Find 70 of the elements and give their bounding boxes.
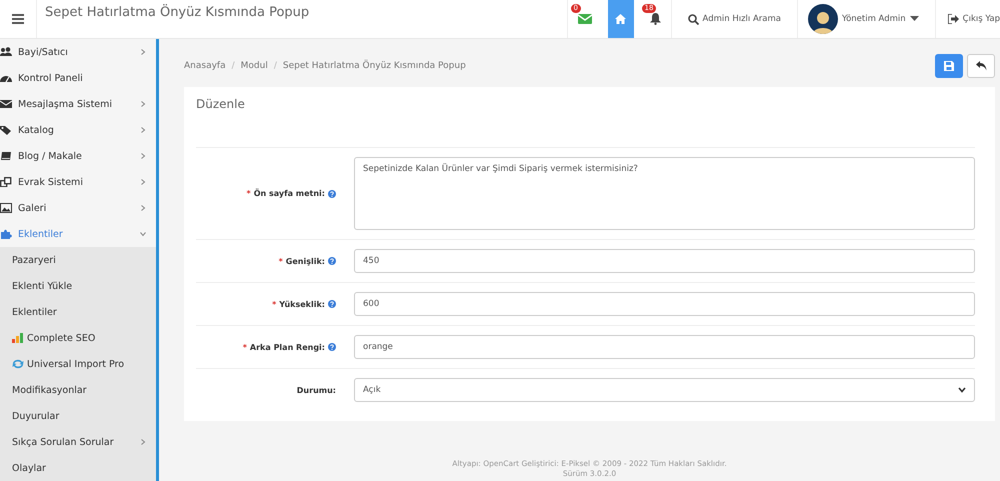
submenu-item[interactable]: Universal Import Pro (0, 351, 156, 377)
required-mark: * (242, 342, 247, 352)
sidebar-item[interactable]: Mesajlaşma Sistemi (0, 91, 156, 117)
input-field[interactable]: orange (354, 335, 975, 359)
help-icon (328, 300, 336, 308)
envelope-icon[interactable] (578, 14, 592, 24)
breadcrumb-link[interactable]: Sepet Hatırlatma Önyüz Kısmında Popup (282, 61, 466, 71)
caret-down-icon[interactable] (910, 16, 919, 22)
chevron-right-icon (140, 153, 146, 159)
puzzle-icon (0, 229, 12, 239)
chevron-right-icon (140, 101, 146, 107)
bar-chart-icon (12, 333, 24, 343)
reply-arrow-icon (976, 61, 986, 71)
field-label: Ön sayfa metni: (254, 189, 325, 198)
required-mark: * (246, 189, 251, 198)
status-dropdown[interactable]: Açık (354, 378, 975, 402)
sidebar-item[interactable]: Galeri (0, 195, 156, 221)
required-mark: * (278, 256, 283, 266)
breadcrumb-separator: / (232, 61, 235, 71)
input-field[interactable]: 450 (354, 249, 975, 273)
breadcrumb-link[interactable]: Anasayfa (184, 61, 226, 71)
logout-link[interactable]: Çıkış Yap (962, 14, 1000, 24)
help-icon (328, 343, 336, 351)
sync-icon (12, 359, 24, 369)
sidebar-item[interactable]: Bayi/Satıcı (0, 39, 156, 65)
submenu-item[interactable]: Eklenti Yükle (0, 273, 156, 299)
panel-title: Düzenle (196, 97, 246, 113)
image-icon (0, 203, 12, 213)
chevron-down-icon (140, 231, 146, 237)
users-icon (0, 47, 12, 57)
submenu-item[interactable]: Sıkça Sorulan Sorular (0, 429, 156, 455)
logout-icon[interactable] (948, 14, 959, 24)
breadcrumb-link[interactable]: Modul (240, 61, 268, 71)
chevron-right-icon (140, 127, 146, 133)
field-label: Arka Plan Rengi: (250, 342, 325, 352)
menu-icon[interactable] (12, 14, 24, 24)
text-area[interactable]: Sepetinizde Kalan Ürünler var Şimdi Sipariş vermek istermisiniz? (354, 157, 975, 230)
search-icon[interactable] (688, 14, 699, 24)
help-icon (328, 257, 336, 265)
breadcrumb-separator: / (274, 61, 277, 71)
submenu-item[interactable]: Duyurular (0, 403, 156, 429)
home-icon (615, 14, 626, 24)
chevron-right-icon (140, 439, 146, 445)
field-label: Genişlik: (286, 256, 325, 266)
sidebar-item[interactable]: Kontrol Paneli (0, 65, 156, 91)
submenu-item[interactable]: Pazaryeri (0, 247, 156, 273)
input-field[interactable]: 600 (354, 292, 975, 316)
submenu-item[interactable]: Eklentiler (0, 299, 156, 325)
submenu-item[interactable]: Modifikasyonlar (0, 377, 156, 403)
avatar (808, 4, 838, 34)
bell-icon[interactable] (650, 13, 661, 25)
help-icon (328, 190, 336, 198)
field-label: Durumu: (296, 386, 336, 394)
required-mark: * (272, 300, 276, 308)
user-name[interactable]: Yönetim Admin (842, 14, 906, 24)
sidebar-item[interactable]: Blog / Makale (0, 143, 156, 169)
field-label: Yükseklik: (279, 300, 325, 308)
home-button[interactable] (608, 0, 634, 38)
chevron-right-icon (140, 49, 146, 55)
chevron-right-icon (140, 179, 146, 185)
back-button[interactable] (967, 54, 995, 78)
submenu-item[interactable]: Olaylar (0, 455, 156, 481)
chevron-right-icon (140, 205, 146, 211)
page-title: Sepet Hatırlatma Önyüz Kısmında Popup (44, 3, 310, 22)
sidebar-item[interactable]: Evrak Sistemi (0, 169, 156, 195)
sidebar-item[interactable]: Eklentiler (0, 221, 156, 247)
chevron-down-icon (958, 387, 966, 393)
search-link[interactable]: Admin Hızlı Arama (702, 14, 781, 24)
sidebar-item[interactable]: Katalog (0, 117, 156, 143)
submenu-item[interactable]: Complete SEO (0, 325, 156, 351)
